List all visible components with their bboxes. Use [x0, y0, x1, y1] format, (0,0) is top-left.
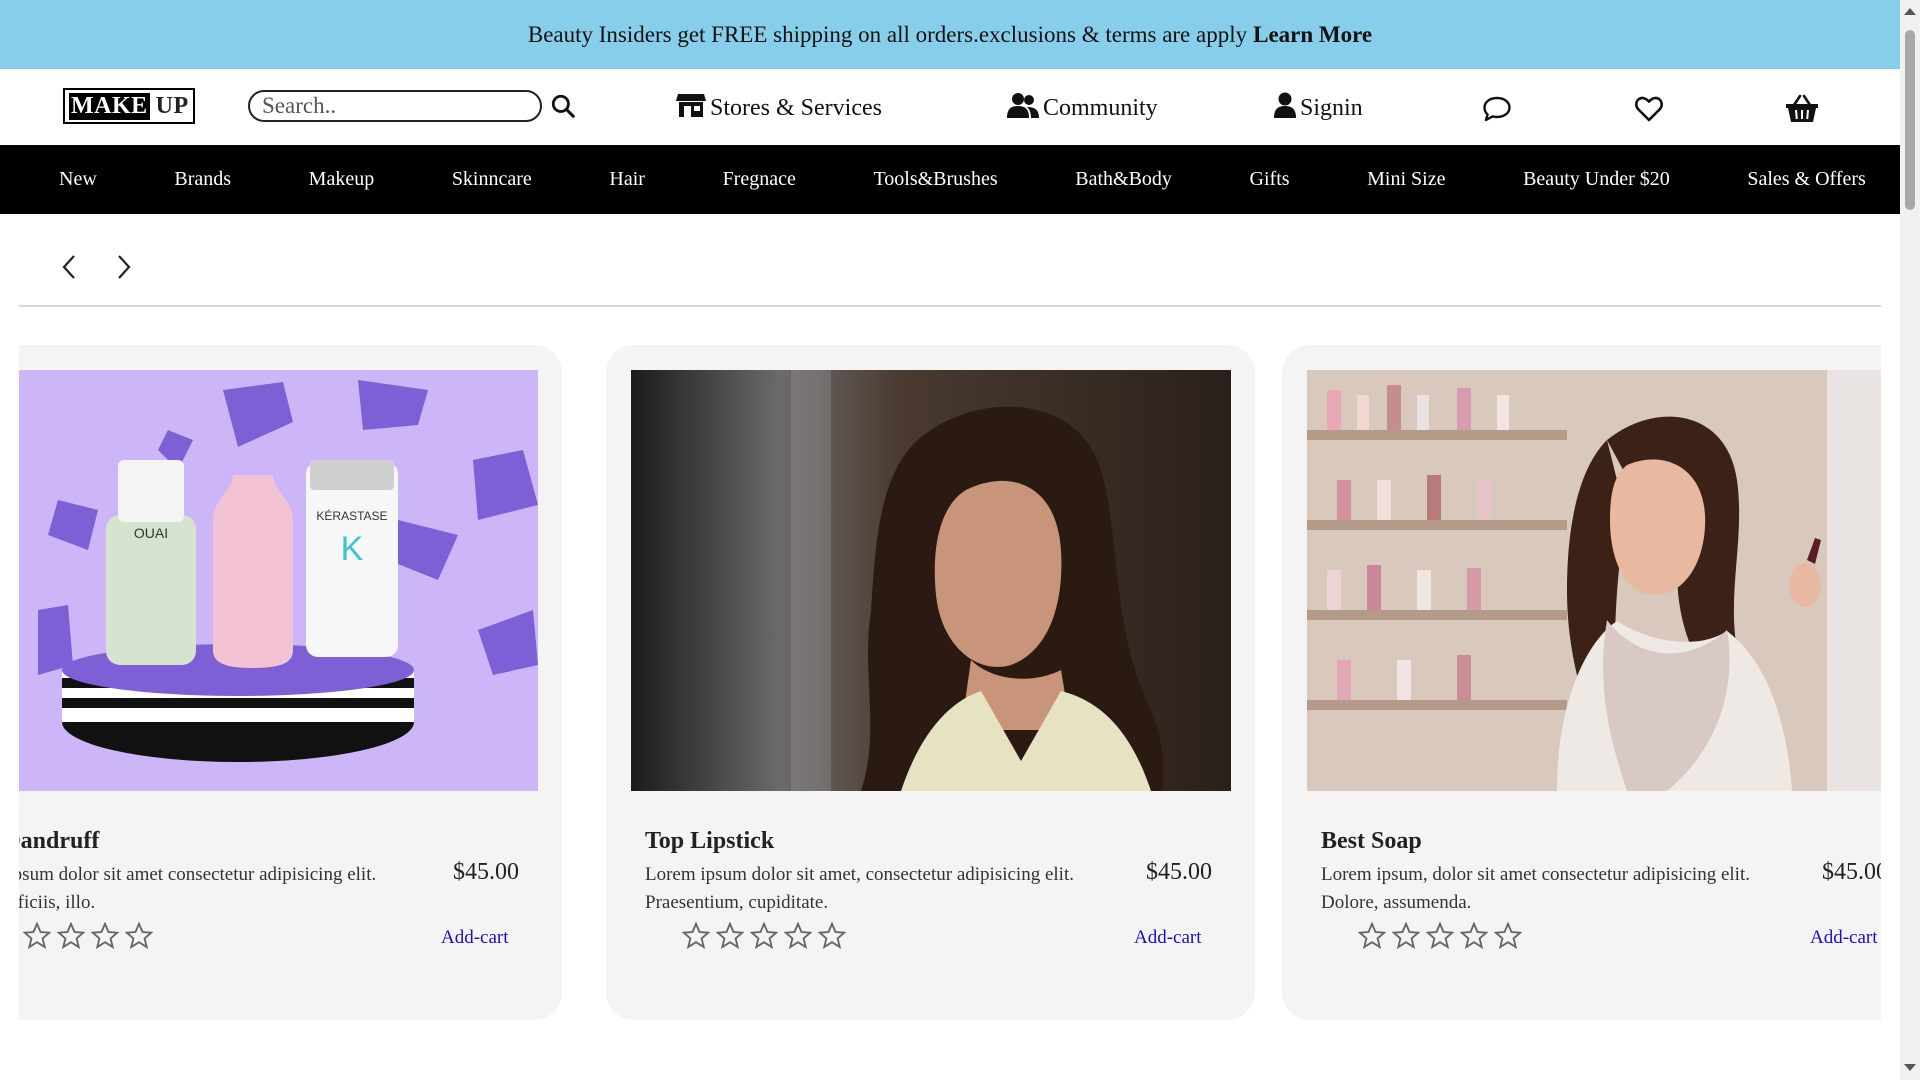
product-image-shopper[interactable]: [1307, 370, 1881, 791]
star-icon: [750, 922, 778, 949]
category-tools-brushes[interactable]: Tools&Brushes: [873, 168, 997, 191]
product-card: Top Lipstick Lorem ipsum dolor sit amet,…: [606, 345, 1255, 1020]
product-image-shampoo[interactable]: OUAI KÉRASTASE K: [19, 370, 538, 791]
product-price: $45.00: [1146, 859, 1212, 885]
category-brands[interactable]: Brands: [174, 168, 231, 191]
product-description: Lorem ipsum dolor sit amet, consectetur …: [645, 861, 1125, 917]
add-cart-button[interactable]: Add-cart: [1134, 927, 1202, 949]
category-mini-size[interactable]: Mini Size: [1367, 168, 1445, 191]
signin-label: Signin: [1300, 94, 1363, 121]
category-sales-offers[interactable]: Sales & Offers: [1747, 168, 1866, 191]
category-skincare[interactable]: Skinncare: [452, 168, 532, 191]
category-menu: New Brands Makeup Skinncare Hair Fregnac…: [0, 145, 1900, 214]
stores-services-label: Stores & Services: [710, 94, 882, 121]
product-price: $45.00: [453, 859, 519, 885]
star-icon: [57, 922, 85, 949]
star-icon: [818, 922, 846, 949]
product-card: OUAI KÉRASTASE K Anti Dandruff Lorem ips…: [19, 345, 562, 1020]
star-rating: [682, 922, 846, 949]
category-bath-body[interactable]: Bath&Body: [1075, 168, 1172, 191]
store-icon: [676, 91, 710, 126]
users-icon: [1007, 92, 1043, 125]
logo-up: UP: [155, 92, 189, 119]
add-cart-button[interactable]: Add-cart: [441, 927, 509, 949]
add-cart-button[interactable]: Add-cart: [1810, 927, 1878, 949]
star-icon: [125, 922, 153, 949]
product-description-line: Praesentium, cupiditate.: [645, 892, 829, 913]
product-title: Best Soap: [1321, 828, 1422, 854]
heart-icon[interactable]: [1632, 93, 1666, 125]
star-icon: [1392, 922, 1420, 949]
svg-text:KÉRASTASE: KÉRASTASE: [316, 508, 387, 523]
site-header: MAKE UP Stores & Services Community Sign…: [0, 69, 1900, 145]
star-icon: [716, 922, 744, 949]
logo[interactable]: MAKE UP: [63, 88, 195, 124]
product-carousel: OUAI KÉRASTASE K Anti Dandruff Lorem ips…: [19, 345, 1881, 1025]
product-title: Anti Dandruff: [19, 828, 100, 854]
star-rating: [19, 922, 153, 949]
product-description-line: Lorem ipsum dolor sit amet consectetur a…: [19, 864, 377, 885]
chevron-right-icon[interactable]: [110, 249, 138, 285]
product-image-lipstick-model[interactable]: [631, 370, 1231, 791]
product-description-line: Lorem ipsum dolor sit amet, consectetur …: [645, 864, 1074, 885]
star-icon: [1426, 922, 1454, 949]
chevron-left-icon[interactable]: [55, 249, 83, 285]
category-fragrance[interactable]: Fregnace: [723, 168, 796, 191]
product-description-line: Dolore, assumenda.: [1321, 892, 1472, 913]
user-icon: [1274, 92, 1300, 125]
stores-services-link[interactable]: Stores & Services: [676, 91, 882, 125]
scrollbar-thumb[interactable]: [1905, 30, 1915, 210]
star-rating: [1358, 922, 1522, 949]
community-link[interactable]: Community: [1007, 91, 1158, 125]
category-beauty-under-20[interactable]: Beauty Under $20: [1523, 168, 1670, 191]
scroll-up-icon[interactable]: [1904, 8, 1916, 15]
signin-link[interactable]: Signin: [1274, 91, 1363, 125]
product-title: Top Lipstick: [645, 828, 775, 854]
star-icon: [1358, 922, 1386, 949]
product-description-line: Nobis officiis, illo.: [19, 892, 96, 913]
category-new[interactable]: New: [59, 168, 97, 191]
star-icon: [682, 922, 710, 949]
page-scrollbar[interactable]: [1900, 0, 1920, 1080]
learn-more-link[interactable]: Learn More: [1253, 22, 1372, 48]
star-icon: [1494, 922, 1522, 949]
basket-icon[interactable]: [1785, 93, 1819, 125]
promo-text: Beauty Insiders get FREE shipping on all…: [527, 21, 1248, 47]
category-makeup[interactable]: Makeup: [309, 168, 375, 191]
carousel-divider: [19, 305, 1881, 307]
category-hair[interactable]: Hair: [609, 168, 645, 191]
svg-text:K: K: [341, 530, 364, 568]
product-description-line: Lorem ipsum, dolor sit amet consectetur …: [1321, 864, 1750, 885]
svg-text:OUAI: OUAI: [134, 525, 168, 541]
promo-banner: Beauty Insiders get FREE shipping on all…: [0, 0, 1900, 69]
star-icon: [23, 922, 51, 949]
product-price: $45.00: [1822, 859, 1881, 885]
category-gifts[interactable]: Gifts: [1250, 168, 1290, 191]
product-card: Best Soap Lorem ipsum, dolor sit amet co…: [1282, 345, 1881, 1020]
star-icon: [1460, 922, 1488, 949]
product-description: Lorem ipsum dolor sit amet consectetur a…: [19, 861, 432, 917]
search-input[interactable]: [248, 90, 542, 122]
chat-icon[interactable]: [1480, 93, 1514, 125]
community-label: Community: [1043, 94, 1158, 121]
product-description: Lorem ipsum, dolor sit amet consectetur …: [1321, 861, 1801, 917]
scroll-down-icon[interactable]: [1904, 1064, 1916, 1071]
search-bar: [248, 90, 578, 122]
logo-make: MAKE: [69, 92, 150, 120]
search-icon[interactable]: [548, 91, 578, 121]
star-icon: [784, 922, 812, 949]
star-icon: [91, 922, 119, 949]
